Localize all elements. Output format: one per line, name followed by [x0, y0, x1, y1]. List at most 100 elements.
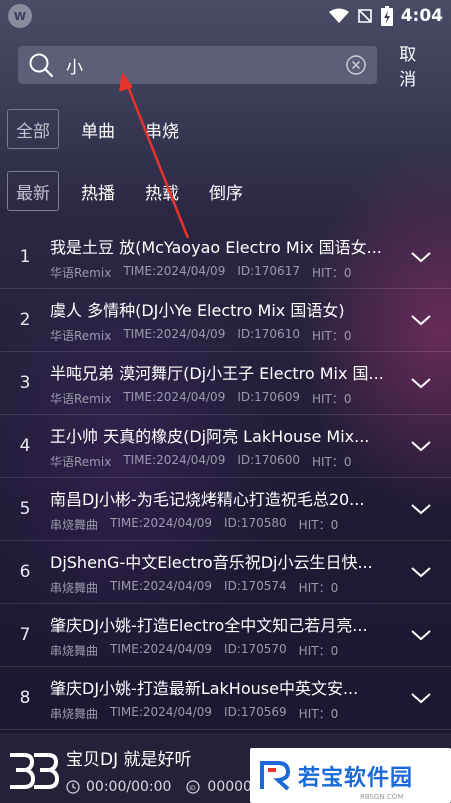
song-title: 王小帅 天真的橡皮(Dj阿亮 LakHouse Mix... [50, 426, 370, 446]
song-genre: 串烧舞曲 [50, 643, 99, 658]
song-row[interactable]: 7 肇庆DJ小姚-打造Electro全中文知己若月亮... 串烧舞曲 TIME:2… [0, 604, 451, 667]
song-title: 南昌DJ小彬-为毛记烧烤精心打造祝毛总20... [50, 489, 365, 509]
song-genre: 华语Remix [50, 265, 112, 280]
song-row[interactable]: 1 我是土豆 放(McYaoyao Electro Mix 国语女... 华语R… [0, 226, 451, 289]
song-time: TIME:2024/04/09 [123, 389, 226, 404]
song-number: 3 [19, 373, 31, 393]
expand-button[interactable] [391, 352, 451, 414]
song-time: TIME:2024/04/09 [110, 578, 213, 593]
song-genre: 华语Remix [50, 454, 112, 469]
sim-off-icon [357, 9, 372, 23]
battery-charging-icon [380, 6, 393, 26]
song-time: TIME:2024/04/09 [123, 452, 226, 467]
filter-all[interactable]: 全部 [7, 109, 59, 149]
song-hits: HIT：0 [311, 391, 352, 406]
chevron-down-icon [411, 693, 431, 704]
sort-reverse[interactable]: 倒序 [201, 171, 251, 211]
song-list: 1 我是土豆 放(McYaoyao Electro Mix 国语女... 华语R… [0, 226, 451, 730]
song-title: 肇庆DJ小姚-打造Electro全中文知己若月亮... [50, 615, 368, 635]
song-time: TIME:2024/04/09 [123, 263, 226, 278]
song-title: DjShenG-中文Electro音乐祝Dj小云生日快... [50, 552, 373, 572]
search-box[interactable]: 小 [18, 46, 378, 84]
sort-newest[interactable]: 最新 [7, 171, 59, 211]
song-hits: HIT：0 [311, 454, 352, 469]
player-progress: 00:00/00:00 [86, 779, 172, 795]
filter-medley[interactable]: 串烧 [137, 109, 187, 149]
song-hits: HIT：0 [311, 265, 352, 280]
watermark-text: 若宝软件园 [298, 765, 414, 791]
song-row[interactable]: 3 半吨兄弟 漠河舞厅(Dj小王子 Electro Mix 国... 华语Rem… [0, 352, 451, 415]
song-hits: HIT：0 [298, 643, 339, 658]
song-genre: 串烧舞曲 [50, 706, 99, 721]
filter-panel: 全部 单曲 串烧 最新 热播 热载 倒序 [0, 98, 451, 222]
song-title: 虞人 多情种(DJ小Ye Electro Mix 国语女) [50, 300, 345, 320]
chevron-down-icon [411, 315, 431, 326]
chevron-down-icon [411, 378, 431, 389]
id-icon: ID [186, 780, 201, 794]
status-bar: W 4:04 [0, 0, 451, 32]
sort-most-downloaded[interactable]: 热载 [137, 171, 187, 211]
clock-icon [66, 780, 80, 794]
song-number: 6 [19, 562, 31, 582]
song-id: ID:170610 [237, 326, 300, 341]
watermark: 若宝软件园 RBSGN.COM [250, 748, 451, 803]
sort-filter-row: 最新 热播 热载 倒序 [7, 160, 451, 222]
expand-button[interactable] [391, 541, 451, 603]
expand-button[interactable] [391, 478, 451, 540]
chevron-down-icon [411, 630, 431, 641]
song-hits: HIT：0 [298, 580, 339, 595]
song-title: 肇庆DJ小姚-打造最新LakHouse中英文安... [50, 678, 359, 698]
sort-most-played[interactable]: 热播 [73, 171, 123, 211]
filter-single[interactable]: 单曲 [73, 109, 123, 149]
song-genre: 串烧舞曲 [50, 517, 99, 532]
watermark-subtext: RBSGN.COM [360, 793, 404, 801]
search-bar: 小 取消 [0, 32, 451, 98]
song-title: 半吨兄弟 漠河舞厅(Dj小王子 Electro Mix 国... [50, 363, 384, 383]
song-row[interactable]: 2 虞人 多情种(DJ小Ye Electro Mix 国语女) 华语Remix T… [0, 289, 451, 352]
expand-button[interactable] [391, 289, 451, 351]
clear-icon [346, 55, 366, 75]
song-id: ID:170580 [224, 515, 287, 530]
song-hits: HIT：0 [298, 517, 339, 532]
svg-text:ID: ID [190, 785, 197, 792]
chevron-down-icon [411, 441, 431, 452]
song-genre: 华语Remix [50, 391, 112, 406]
song-time: TIME:2024/04/09 [110, 641, 213, 656]
song-id: ID:170609 [237, 389, 300, 404]
expand-button[interactable] [391, 415, 451, 477]
song-genre: 华语Remix [50, 328, 112, 343]
cancel-button[interactable]: 取消 [399, 40, 433, 90]
song-id: ID:170574 [224, 578, 287, 593]
chevron-down-icon [411, 252, 431, 263]
song-row[interactable]: 4 王小帅 天真的橡皮(Dj阿亮 LakHouse Mix... 华语Remix… [0, 415, 451, 478]
song-id: ID:170569 [224, 704, 287, 719]
search-icon [29, 53, 54, 78]
search-input[interactable]: 小 [66, 53, 345, 78]
expand-button[interactable] [391, 226, 451, 288]
song-number: 8 [19, 688, 31, 708]
song-number: 5 [19, 499, 31, 519]
song-time: TIME:2024/04/09 [123, 326, 226, 341]
expand-button[interactable] [391, 604, 451, 666]
song-row[interactable]: 6 DjShenG-中文Electro音乐祝Dj小云生日快... 串烧舞曲 TIM… [0, 541, 451, 604]
song-number: 1 [19, 247, 31, 267]
expand-button[interactable] [391, 667, 451, 729]
app-notification-icon: W [8, 4, 32, 28]
player-title: 宝贝DJ 就是好听 [66, 750, 192, 770]
song-number: 4 [19, 436, 31, 456]
song-number: 2 [19, 310, 31, 330]
song-time: TIME:2024/04/09 [110, 515, 213, 530]
chevron-down-icon [411, 504, 431, 515]
song-row[interactable]: 5 南昌DJ小彬-为毛记烧烤精心打造祝毛总20... 串烧舞曲 TIME:2024… [0, 478, 451, 541]
song-row[interactable]: 8 肇庆DJ小姚-打造最新LakHouse中英文安... 串烧舞曲 TIME:20… [0, 667, 451, 730]
song-genre: 串烧舞曲 [50, 580, 99, 595]
wifi-icon [328, 8, 349, 23]
clear-search-button[interactable] [345, 54, 367, 76]
clock: 4:04 [400, 6, 443, 26]
song-number: 7 [19, 625, 31, 645]
app-logo-icon [10, 753, 60, 789]
song-hits: HIT：0 [298, 706, 339, 721]
song-hits: HIT：0 [311, 328, 352, 343]
watermark-logo [260, 760, 291, 790]
song-title: 我是土豆 放(McYaoyao Electro Mix 国语女... [50, 237, 382, 257]
